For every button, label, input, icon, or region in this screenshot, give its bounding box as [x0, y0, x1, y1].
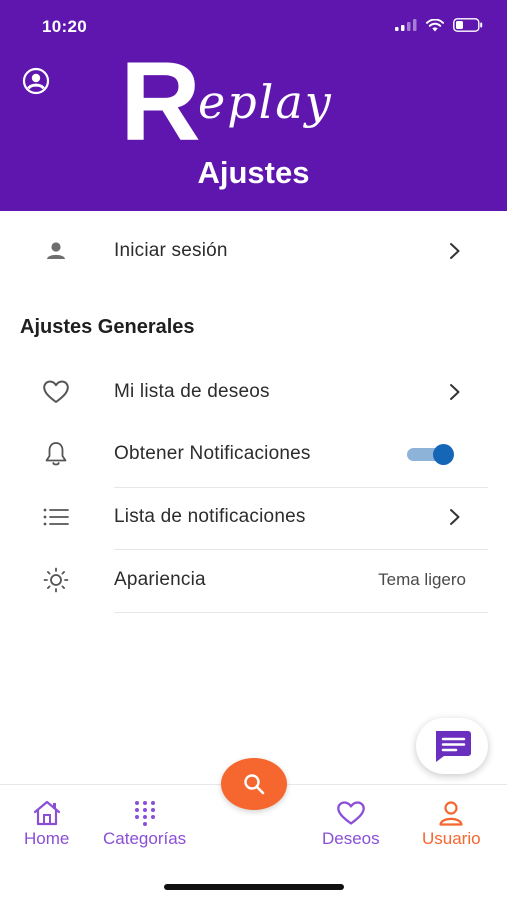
bell-icon [40, 438, 72, 470]
chevron-right-icon [450, 384, 460, 400]
sun-icon [40, 564, 72, 596]
chat-icon [436, 731, 471, 762]
settings-item-get-notifications: Obtener Notificaciones [0, 428, 507, 480]
toggle-knob [433, 444, 454, 465]
section-title: Ajustes Generales [20, 316, 195, 338]
wishlist-label: Mi lista de deseos [114, 381, 270, 402]
wifi-icon [426, 18, 444, 31]
nav-label-user: Usuario [422, 829, 481, 848]
divider [114, 549, 488, 550]
settings-item-notification-list[interactable]: Lista de notificaciones [0, 491, 507, 543]
profile-icon[interactable] [22, 67, 50, 95]
svg-text:eplay: eplay [198, 75, 333, 129]
user-icon [435, 799, 467, 827]
divider [114, 612, 488, 613]
app-header: 10:20 R eplay Ajustes [0, 0, 507, 211]
login-row[interactable]: Iniciar sesión [0, 225, 507, 277]
home-icon [31, 799, 63, 827]
nav-item-home[interactable]: Home [24, 799, 69, 849]
nav-label-categories: Categorías [103, 829, 187, 848]
notification-list-label: Lista de notificaciones [114, 506, 306, 527]
search-icon [244, 774, 265, 795]
settings-item-wishlist[interactable]: Mi lista de deseos [0, 366, 507, 418]
appearance-value: Tema ligero [378, 570, 466, 589]
home-indicator [164, 884, 344, 890]
heart-icon [335, 799, 367, 827]
signal-icon [395, 19, 417, 31]
battery-icon [453, 18, 483, 32]
login-label: Iniciar sesión [114, 240, 228, 261]
nav-label-home: Home [24, 829, 70, 848]
nav-item-user[interactable]: Usuario [422, 799, 481, 849]
page-title: Ajustes [197, 155, 310, 190]
grid-icon [129, 799, 161, 827]
appearance-label: Apariencia [114, 569, 206, 590]
nav-label-wishes: Deseos [322, 829, 380, 848]
chevron-right-icon [450, 509, 460, 525]
heart-icon [40, 376, 72, 408]
chat-button[interactable] [416, 718, 488, 774]
settings-item-appearance[interactable]: Apariencia Tema ligero [0, 554, 507, 606]
status-time: 10:20 [42, 17, 87, 36]
divider [114, 487, 488, 488]
status-icons [395, 18, 483, 32]
nav-item-categories[interactable]: Categorías [103, 799, 186, 849]
replay-logo: R eplay [120, 48, 333, 148]
svg-text:R: R [120, 48, 201, 148]
person-icon [40, 235, 72, 267]
list-icon [40, 501, 72, 533]
nav-item-wishes[interactable]: Deseos [322, 799, 380, 849]
chevron-right-icon [450, 243, 460, 259]
search-button[interactable] [221, 758, 287, 810]
notifications-toggle[interactable] [405, 442, 457, 466]
get-notifications-label: Obtener Notificaciones [114, 443, 311, 464]
